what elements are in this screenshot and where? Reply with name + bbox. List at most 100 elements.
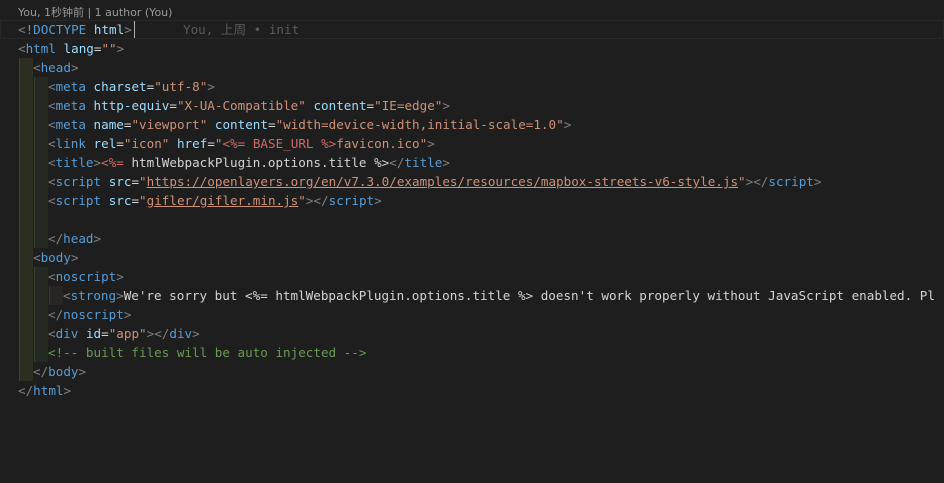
code-token: favicon.ico" [336,136,428,151]
code-token: = [366,98,375,113]
indent-guide [19,58,33,77]
code-line[interactable] [0,210,944,229]
code-token: > [374,193,382,208]
indent-guide [34,115,48,134]
indent-guide [19,324,33,343]
code-token: ></ [305,193,329,208]
code-text: <meta http-equiv="X-UA-Compatible" conte… [48,96,450,115]
code-text: </body> [33,362,86,381]
code-token: title [55,155,94,170]
indent-guide [34,172,48,191]
code-token: = [101,326,109,341]
code-token: < [33,60,41,75]
code-token: noscript [55,269,117,284]
code-line[interactable]: </body> [0,362,944,381]
code-token: > [427,136,435,151]
text-cursor [134,21,135,38]
code-token: noscript [63,307,124,322]
code-editor[interactable]: <!DOCTYPE html> You, 上周 • init <html lang=… [0,20,944,483]
code-token: div [55,326,79,341]
code-line[interactable]: <meta http-equiv="X-UA-Compatible" conte… [0,96,944,115]
code-token: content [313,98,367,113]
indent-guide [19,343,33,362]
code-line[interactable]: <!-- built files will be auto injected -… [0,343,944,362]
code-token: https://openlayers.org/en/v7.3.0/example… [146,174,739,189]
code-token: < [48,155,56,170]
code-token: " [214,136,223,151]
code-text: <script src="https://openlayers.org/en/v… [48,172,821,191]
indent-guide [34,343,48,362]
code-token: = [131,174,140,189]
code-token: > [442,98,450,113]
code-token: </ [389,155,405,170]
code-text: </head> [48,229,101,248]
codelens-author-info[interactable]: You, 1秒钟前 | 1 author (You) [18,5,172,20]
code-token: head [63,231,94,246]
code-token: > [123,307,132,322]
indent-guide [19,248,33,267]
code-token: </ [48,231,64,246]
code-line[interactable]: <html lang=""> [0,39,944,58]
code-line[interactable]: <body> [0,248,944,267]
code-token: > [116,269,124,284]
code-text: <meta name="viewport" content="width=dev… [48,115,571,134]
code-line[interactable]: <noscript> [0,267,944,286]
indent-guide [34,229,48,248]
code-line[interactable]: </noscript> [0,305,944,324]
code-token: > [116,288,124,303]
code-token: < [63,288,71,303]
code-line[interactable]: <meta charset="utf-8"> [0,77,944,96]
code-token: body [48,364,79,379]
code-token: "" [101,41,117,56]
code-text: </html> [18,381,71,400]
indent-guide [19,172,33,191]
code-line[interactable]: </head> [0,229,944,248]
code-text: <body> [33,248,79,267]
indent-guide [34,210,48,229]
code-token: We're sorry but <%= htmlWebpackPlugin.op… [123,288,935,303]
code-text: <strong>We're sorry but <%= htmlWebpackP… [63,286,935,305]
code-token: > [813,174,822,189]
code-line[interactable]: <title><%= htmlWebpackPlugin.options.tit… [0,153,944,172]
code-line[interactable]: <link rel="icon" href="<%= BASE_URL %>fa… [0,134,944,153]
code-token: > [93,155,102,170]
code-text: <!-- built files will be auto injected -… [48,343,366,362]
code-token: < [48,193,56,208]
code-token: > [442,155,450,170]
code-text: <script src="gifler/gifler.min.js"></scr… [48,191,382,210]
code-token: head [40,60,71,75]
code-token: "app" [108,326,147,341]
code-line[interactable]: <head> [0,58,944,77]
code-line[interactable]: <script src="https://openlayers.org/en/v… [0,172,944,191]
code-token: > [116,41,125,56]
code-token: > [124,22,132,37]
code-line[interactable]: </html> [0,381,944,400]
code-token: link [55,136,86,151]
code-token: > [563,117,572,132]
code-token: html [33,383,64,398]
code-line[interactable]: <script src="gifler/gifler.min.js"></scr… [0,191,944,210]
code-text: <title><%= htmlWebpackPlugin.options.tit… [48,153,450,172]
code-token: = [169,98,177,113]
code-line[interactable]: <!DOCTYPE html> You, 上周 • init [0,20,944,39]
code-token: < [48,79,56,94]
code-token: < [48,117,56,132]
code-text: <div id="app"></div> [48,324,200,343]
code-token: script [55,174,102,189]
code-line[interactable]: <meta name="viewport" content="width=dev… [0,115,944,134]
indent-guide [19,96,33,115]
code-token: content [214,117,268,132]
indent-guide [19,191,33,210]
indent-guide [34,153,48,172]
code-line[interactable]: <strong>We're sorry but <%= htmlWebpackP… [0,286,944,305]
code-token: "viewport" [131,117,208,132]
code-line[interactable]: <div id="app"></div> [0,324,944,343]
code-token: ></ [146,326,170,341]
code-token: lang [63,41,94,56]
code-token: src [108,174,132,189]
